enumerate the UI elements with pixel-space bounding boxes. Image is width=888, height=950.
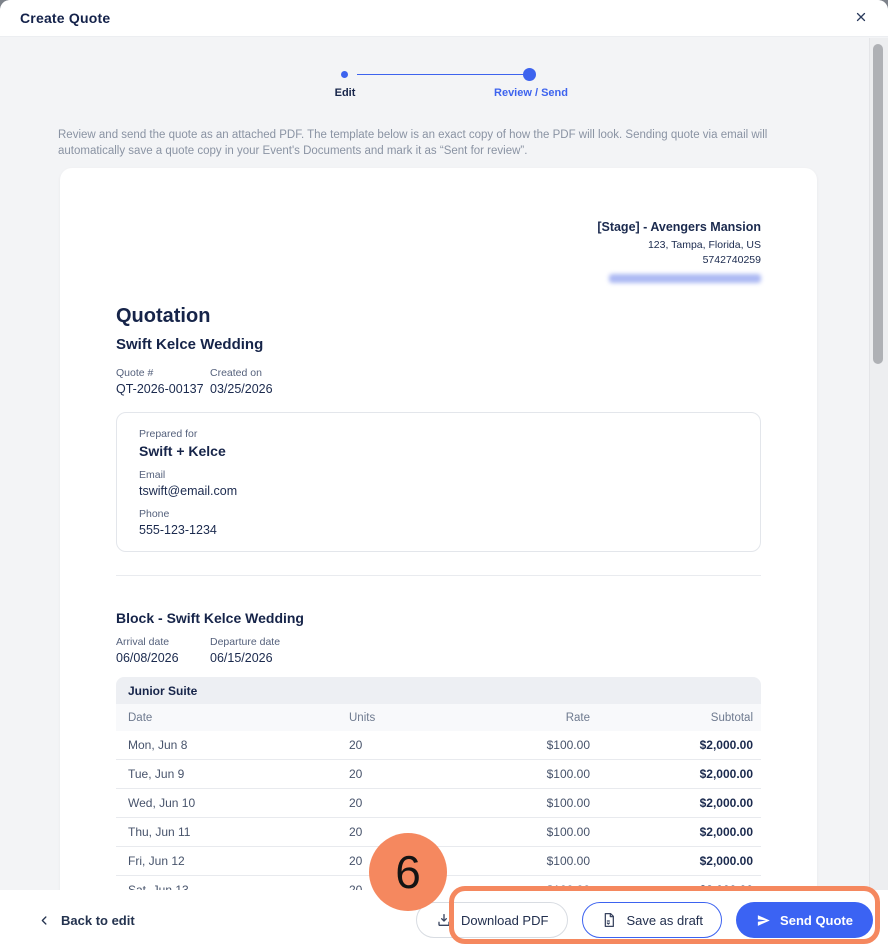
- cell-subtotal: $2,000.00: [623, 825, 761, 839]
- save-as-draft-label: Save as draft: [626, 913, 703, 928]
- departure-date-label: Departure date: [210, 636, 304, 648]
- room-type-header: Junior Suite: [116, 677, 761, 704]
- step-connector-line: [357, 74, 524, 76]
- venue-address: 123, Tampa, Florida, US: [116, 239, 761, 251]
- step-label-review-send[interactable]: Review / Send: [494, 87, 568, 99]
- cell-rate: $100.00: [486, 825, 623, 839]
- quote-preview-card: [Stage] - Avengers Mansion 123, Tampa, F…: [60, 168, 817, 950]
- cell-units: 20: [349, 854, 486, 868]
- back-to-edit-button[interactable]: Back to edit: [38, 913, 135, 928]
- table-row: Tue, Jun 9 20 $100.00 $2,000.00: [116, 760, 761, 789]
- cell-date: Tue, Jun 9: [116, 767, 349, 781]
- quotation-title: Quotation: [116, 305, 761, 328]
- created-on-label: Created on: [210, 367, 304, 379]
- departure-date-field: Departure date 06/15/2026: [210, 636, 304, 665]
- table-row: Mon, Jun 8 20 $100.00 $2,000.00: [116, 731, 761, 760]
- chevron-left-icon: [38, 914, 51, 927]
- cell-units: 20: [349, 738, 486, 752]
- venue-name: [Stage] - Avengers Mansion: [116, 220, 761, 234]
- arrival-date-field: Arrival date 06/08/2026: [116, 636, 210, 665]
- cell-subtotal: $2,000.00: [623, 854, 761, 868]
- cell-units: 20: [349, 796, 486, 810]
- download-pdf-button[interactable]: Download PDF: [416, 902, 568, 938]
- venue-website-link-redacted[interactable]: [609, 274, 761, 283]
- venue-phone: 5742740259: [116, 254, 761, 266]
- quote-number-label: Quote #: [116, 367, 210, 379]
- phone-label: Phone: [139, 508, 738, 520]
- send-icon: [756, 913, 771, 928]
- prepared-for-label: Prepared for: [139, 428, 738, 440]
- back-to-edit-label: Back to edit: [61, 913, 135, 928]
- save-as-draft-button[interactable]: Save as draft: [582, 902, 722, 938]
- scrollbar-thumb[interactable]: [873, 44, 883, 364]
- cell-date: Thu, Jun 11: [116, 825, 349, 839]
- download-icon: [436, 912, 452, 928]
- column-header-date: Date: [116, 712, 349, 724]
- download-pdf-label: Download PDF: [461, 913, 548, 928]
- cell-units: 20: [349, 767, 486, 781]
- cell-units: 20: [349, 825, 486, 839]
- scrollbar-track[interactable]: [869, 38, 888, 950]
- send-quote-label: Send Quote: [780, 913, 853, 928]
- column-header-rate: Rate: [486, 712, 623, 724]
- event-name: Swift Kelce Wedding: [116, 336, 761, 353]
- arrival-date-label: Arrival date: [116, 636, 210, 648]
- table-row: Fri, Jun 12 20 $100.00 $2,000.00: [116, 847, 761, 876]
- section-divider: [116, 575, 761, 576]
- footer-actions: Download PDF Save as draft Send Quote: [416, 902, 888, 938]
- create-quote-modal: Create Quote Edit Review / Send Review a…: [0, 0, 888, 950]
- cell-rate: $100.00: [486, 854, 623, 868]
- cell-subtotal: $2,000.00: [623, 767, 761, 781]
- column-header-units: Units: [349, 712, 486, 724]
- client-phone-field: Phone 555-123-1234: [139, 508, 738, 537]
- modal-header: Create Quote: [0, 0, 888, 37]
- table-row: Wed, Jun 10 20 $100.00 $2,000.00: [116, 789, 761, 818]
- footer-bar: Back to edit Download PDF Save as draft …: [0, 890, 888, 950]
- close-button[interactable]: [850, 7, 872, 29]
- departure-date-value: 06/15/2026: [210, 651, 304, 665]
- prepared-for-card: Prepared for Swift + Kelce Email tswift@…: [116, 412, 761, 552]
- quote-number-value: QT-2026-00137: [116, 382, 210, 396]
- quote-meta: Quote # QT-2026-00137 Created on 03/25/2…: [116, 367, 761, 396]
- client-email-field: Email tswift@email.com: [139, 469, 738, 498]
- block-dates: Arrival date 06/08/2026 Departure date 0…: [116, 636, 761, 665]
- intro-text: Review and send the quote as an attached…: [58, 127, 836, 159]
- rate-table-body: Mon, Jun 8 20 $100.00 $2,000.00 Tue, Jun…: [116, 731, 761, 905]
- step-dot-review-send: [523, 68, 536, 81]
- step-label-edit[interactable]: Edit: [335, 87, 356, 99]
- client-name: Swift + Kelce: [139, 443, 738, 459]
- send-quote-button[interactable]: Send Quote: [736, 902, 873, 938]
- close-icon: [854, 10, 868, 27]
- draft-file-icon: [601, 912, 617, 928]
- venue-block: [Stage] - Avengers Mansion 123, Tampa, F…: [116, 220, 761, 283]
- email-label: Email: [139, 469, 738, 481]
- cell-subtotal: $2,000.00: [623, 738, 761, 752]
- table-header-row: Date Units Rate Subtotal: [116, 704, 761, 731]
- quote-number-field: Quote # QT-2026-00137: [116, 367, 210, 396]
- phone-value: 555-123-1234: [139, 523, 738, 537]
- cell-rate: $100.00: [486, 796, 623, 810]
- block-title: Block - Swift Kelce Wedding: [116, 610, 761, 626]
- stepper: Edit Review / Send: [0, 37, 888, 107]
- cell-rate: $100.00: [486, 738, 623, 752]
- cell-date: Wed, Jun 10: [116, 796, 349, 810]
- created-on-value: 03/25/2026: [210, 382, 304, 396]
- rate-table: Junior Suite Date Units Rate Subtotal Mo…: [116, 677, 761, 905]
- arrival-date-value: 06/08/2026: [116, 651, 210, 665]
- modal-title: Create Quote: [20, 10, 110, 26]
- cell-date: Fri, Jun 12: [116, 854, 349, 868]
- created-on-field: Created on 03/25/2026: [210, 367, 304, 396]
- table-row: Thu, Jun 11 20 $100.00 $2,000.00: [116, 818, 761, 847]
- column-header-subtotal: Subtotal: [623, 712, 761, 724]
- email-value: tswift@email.com: [139, 484, 738, 498]
- cell-date: Mon, Jun 8: [116, 738, 349, 752]
- cell-subtotal: $2,000.00: [623, 796, 761, 810]
- cell-rate: $100.00: [486, 767, 623, 781]
- step-dot-edit: [341, 71, 348, 78]
